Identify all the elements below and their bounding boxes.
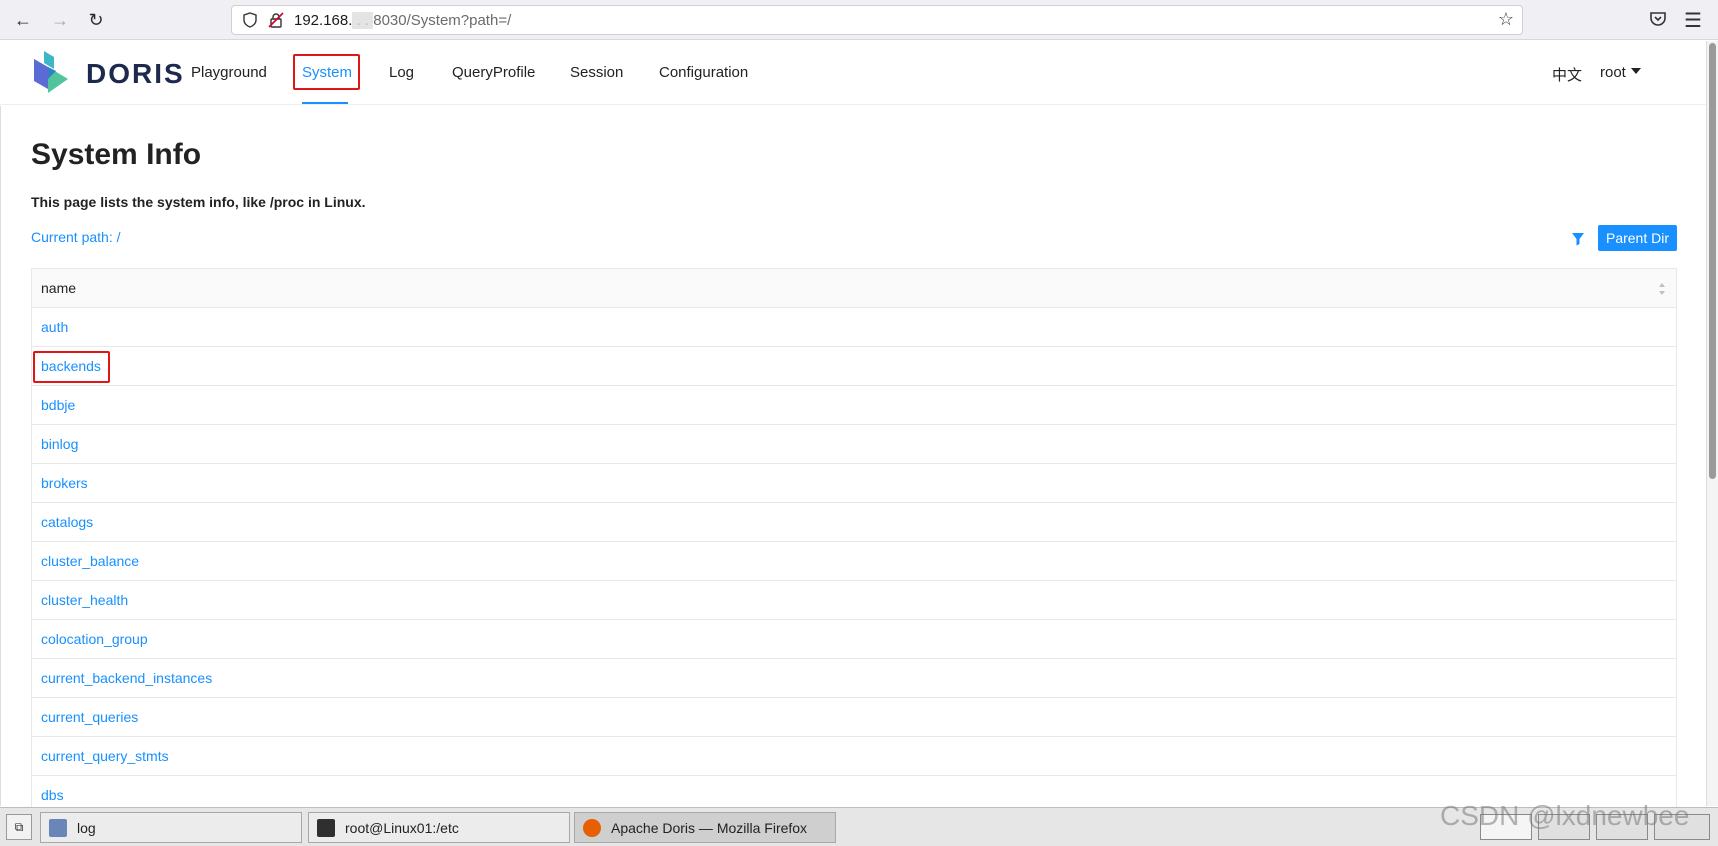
row-link-cluster-health[interactable]: cluster_health (41, 592, 128, 608)
url-text: 192.168. . . 8030/System?path=/ (294, 12, 511, 29)
row-link-brokers[interactable]: brokers (41, 475, 88, 491)
show-desktop-icon[interactable]: ⧉ (6, 814, 32, 840)
table-header: name (32, 269, 1676, 308)
page-title: System Info (31, 138, 202, 171)
table-row: colocation_group (32, 620, 1676, 659)
shield-icon[interactable] (242, 12, 258, 28)
row-link-dbs[interactable]: dbs (41, 787, 64, 803)
task-log[interactable]: log (40, 812, 302, 843)
nav-playground[interactable]: Playground (191, 64, 267, 81)
brand-name: DORIS (86, 58, 185, 89)
address-bar[interactable]: 192.168. . . 8030/System?path=/ ☆ (231, 5, 1523, 35)
url-path: 8030/System?path=/ (373, 12, 512, 29)
insecure-lock-icon[interactable] (268, 12, 284, 28)
row-link-catalogs[interactable]: catalogs (41, 514, 93, 530)
file-manager-icon (49, 818, 67, 837)
main-content: System Info This page lists the system i… (0, 106, 1706, 816)
doris-logo[interactable] (32, 49, 72, 97)
app-header: DORIS Playground System Log QueryProfile… (0, 41, 1706, 105)
sort-icon[interactable] (1658, 282, 1666, 296)
row-link-auth[interactable]: auth (41, 319, 68, 335)
table-row: cluster_health (32, 581, 1676, 620)
column-header-name[interactable]: name (41, 280, 76, 296)
table-row: brokers (32, 464, 1676, 503)
page-description: This page lists the system info, like /p… (31, 194, 366, 210)
caret-down-icon[interactable] (1631, 68, 1641, 74)
table-row: catalogs (32, 503, 1676, 542)
row-link-current-query-stmts[interactable]: current_query_stmts (41, 748, 169, 764)
task-firefox[interactable]: Apache Doris — Mozilla Firefox (574, 812, 836, 843)
table-row: auth (32, 308, 1676, 347)
system-info-table: name auth backends bdbje binlog brokers … (31, 268, 1677, 816)
task-label: log (77, 819, 96, 836)
filter-icon[interactable] (1571, 232, 1585, 246)
row-link-bdbje[interactable]: bdbje (41, 397, 75, 413)
task-label: root@Linux01:/etc (345, 819, 459, 836)
page-scrollbar[interactable] (1706, 41, 1718, 806)
row-link-current-backend-instances[interactable]: current_backend_instances (41, 670, 212, 686)
reload-icon[interactable]: ↻ (84, 8, 108, 32)
row-link-colocation-group[interactable]: colocation_group (41, 631, 148, 647)
pocket-icon[interactable] (1648, 9, 1668, 29)
back-icon[interactable]: ← (11, 8, 35, 32)
task-label: Apache Doris — Mozilla Firefox (611, 819, 808, 836)
parent-dir-button[interactable]: Parent Dir (1598, 225, 1677, 251)
table-row: backends (32, 347, 1676, 386)
task-terminal[interactable]: root@Linux01:/etc (308, 812, 570, 843)
forward-icon[interactable]: → (48, 8, 72, 32)
language-switch[interactable]: 中文 (1552, 64, 1582, 85)
scrollbar-thumb[interactable] (1709, 43, 1716, 479)
row-link-cluster-balance[interactable]: cluster_balance (41, 553, 139, 569)
nav-queryprofile[interactable]: QueryProfile (452, 64, 535, 81)
bookmark-star-icon[interactable]: ☆ (1498, 9, 1514, 30)
table-row: cluster_balance (32, 542, 1676, 581)
highlight-box-backends (33, 351, 110, 383)
watermark: CSDN @lxdnewbee (1440, 800, 1690, 831)
highlight-box-system (293, 54, 360, 90)
table-row: bdbje (32, 386, 1676, 425)
current-path: Current path: / (31, 229, 121, 245)
nav-log[interactable]: Log (389, 64, 414, 81)
url-host: 192.168. (294, 12, 353, 29)
table-row: current_query_stmts (32, 737, 1676, 776)
nav-session[interactable]: Session (570, 64, 623, 81)
table-row: binlog (32, 425, 1676, 464)
table-row: current_queries (32, 698, 1676, 737)
browser-toolbar: ← → ↻ 192.168. . . 8030/System?path=/ ☆ … (0, 0, 1718, 40)
row-link-current-queries[interactable]: current_queries (41, 709, 138, 725)
active-tab-indicator (302, 102, 348, 104)
row-link-binlog[interactable]: binlog (41, 436, 78, 452)
user-menu[interactable]: root (1600, 64, 1626, 81)
table-row: current_backend_instances (32, 659, 1676, 698)
firefox-icon (583, 818, 601, 837)
hamburger-menu-icon[interactable]: ☰ (1684, 8, 1702, 33)
nav-configuration[interactable]: Configuration (659, 64, 748, 81)
terminal-icon (317, 818, 335, 837)
url-masked: . . (352, 12, 374, 29)
